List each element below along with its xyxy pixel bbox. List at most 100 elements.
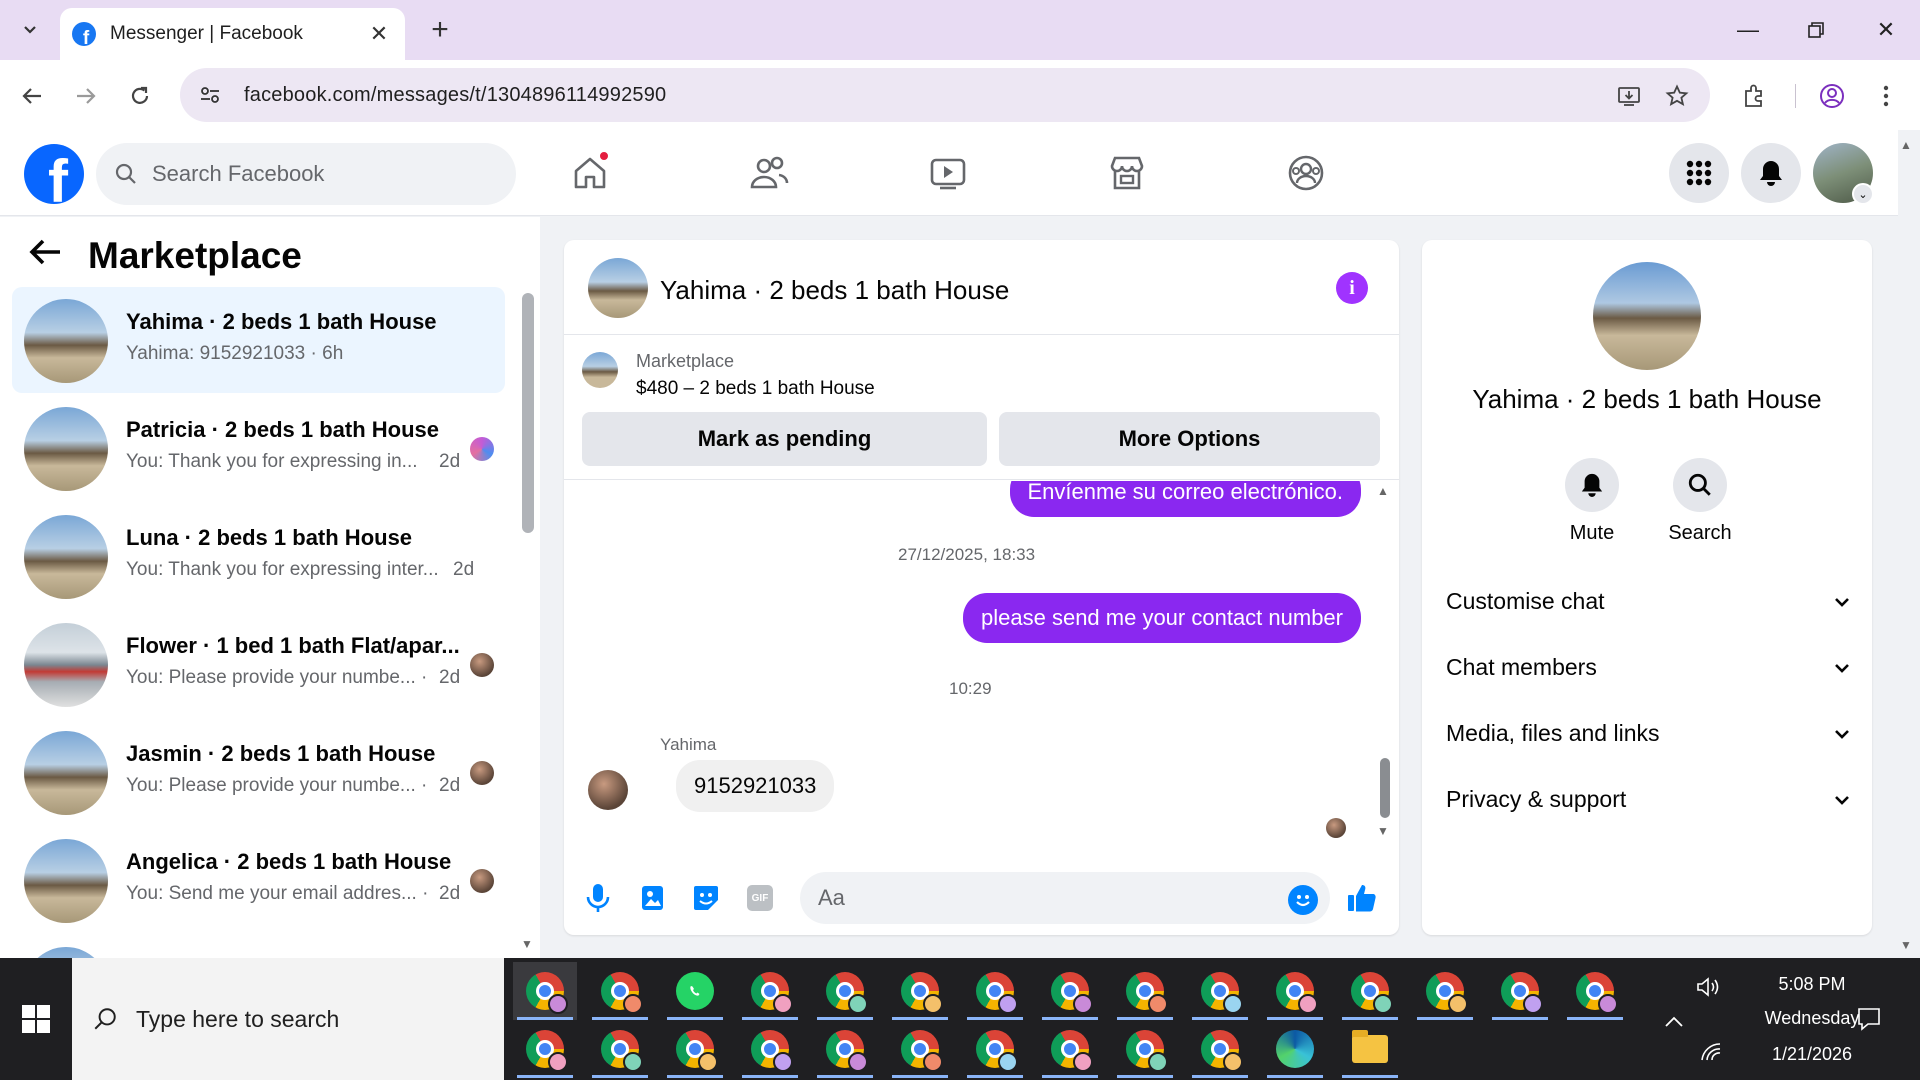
- chat-scroll-down-icon[interactable]: ▼: [1377, 824, 1389, 838]
- emoji-icon[interactable]: [1288, 885, 1318, 915]
- clock-date[interactable]: 1/21/2026: [1752, 1044, 1872, 1065]
- photo-icon[interactable]: [636, 882, 668, 914]
- listing-price[interactable]: $480 – 2 beds 1 bath House: [636, 378, 875, 400]
- chrome-taskbar-button[interactable]: [588, 1020, 652, 1078]
- list-scrollbar[interactable]: [522, 293, 534, 533]
- privacy-support-section[interactable]: Privacy & support: [1446, 772, 1850, 826]
- show-hidden-icons-chevron-icon[interactable]: [1664, 1012, 1684, 1033]
- page-scroll-down-icon[interactable]: ▼: [1900, 938, 1912, 952]
- groups-nav[interactable]: [1276, 148, 1336, 198]
- gif-icon[interactable]: GIF: [744, 882, 776, 914]
- whatsapp-taskbar-button[interactable]: [663, 962, 727, 1020]
- chrome-taskbar-button[interactable]: [813, 1020, 877, 1078]
- marketplace-nav[interactable]: [1097, 148, 1157, 198]
- wifi-icon[interactable]: [1700, 1042, 1722, 1067]
- message-input[interactable]: [818, 885, 1258, 911]
- browser-menu-icon[interactable]: [1870, 80, 1902, 112]
- conversation-item[interactable]: Angelica · 2 beds 1 bath House You: Send …: [12, 827, 505, 933]
- extensions-icon[interactable]: [1738, 80, 1770, 112]
- sticker-icon[interactable]: [690, 882, 722, 914]
- facebook-logo[interactable]: f: [24, 144, 84, 204]
- video-nav[interactable]: [918, 148, 978, 198]
- chat-scrollbar[interactable]: [1380, 758, 1390, 818]
- clock-time[interactable]: 5:08 PM: [1752, 974, 1872, 995]
- browser-tab[interactable]: f Messenger | Facebook ✕: [60, 8, 405, 60]
- conversation-item[interactable]: Jasmin · 2 beds 1 bath House You: Please …: [12, 719, 505, 825]
- home-nav[interactable]: [560, 148, 620, 198]
- chrome-taskbar-button[interactable]: [888, 962, 952, 1020]
- chrome-taskbar-button[interactable]: [1113, 1020, 1177, 1078]
- customise-chat-section[interactable]: Customise chat: [1446, 574, 1850, 628]
- url-text[interactable]: facebook.com/messages/t/1304896114992590: [244, 84, 666, 107]
- conversation-item[interactable]: Yahima · 2 beds 1 bath House Yahima: 9152…: [12, 287, 505, 393]
- chrome-taskbar-button[interactable]: [588, 962, 652, 1020]
- volume-icon[interactable]: [1696, 976, 1722, 1003]
- chrome-taskbar-button[interactable]: [1488, 962, 1552, 1020]
- chat-scroll-up-icon[interactable]: ▲: [1377, 484, 1389, 498]
- thumbs-up-icon[interactable]: [1346, 882, 1378, 919]
- info-icon[interactable]: i: [1336, 272, 1368, 304]
- search-in-chat-button[interactable]: Search: [1645, 458, 1755, 545]
- chrome-taskbar-button[interactable]: [1188, 962, 1252, 1020]
- notifications-button[interactable]: [1741, 143, 1801, 203]
- chrome-taskbar-button[interactable]: [888, 1020, 952, 1078]
- restore-button[interactable]: [1792, 10, 1840, 50]
- outgoing-message[interactable]: please send me your contact number: [963, 593, 1361, 643]
- conversation-item[interactable]: Flower · 1 bed 1 bath Flat/apar... You: P…: [12, 611, 505, 717]
- list-scroll-down-icon[interactable]: ▼: [521, 937, 533, 951]
- bookmark-star-icon[interactable]: [1661, 80, 1693, 112]
- chrome-taskbar-button[interactable]: [738, 962, 802, 1020]
- info-avatar[interactable]: [1593, 262, 1701, 370]
- new-tab-button[interactable]: +: [422, 12, 458, 48]
- profile-icon[interactable]: [1816, 80, 1848, 112]
- chrome-taskbar-button[interactable]: [738, 1020, 802, 1078]
- friends-nav[interactable]: [739, 148, 799, 198]
- chrome-taskbar-button[interactable]: [1413, 962, 1477, 1020]
- taskbar-search[interactable]: Type here to search: [72, 958, 504, 1080]
- chat-members-section[interactable]: Chat members: [1446, 640, 1850, 694]
- forward-button[interactable]: [66, 76, 106, 116]
- message-input-box[interactable]: [800, 872, 1330, 924]
- chrome-taskbar-button[interactable]: [1188, 1020, 1252, 1078]
- facebook-search-input[interactable]: [152, 161, 472, 187]
- install-app-icon[interactable]: [1613, 80, 1645, 112]
- chrome-taskbar-button[interactable]: [1338, 962, 1402, 1020]
- edge-taskbar-button[interactable]: [1263, 1020, 1327, 1078]
- back-button[interactable]: [12, 76, 52, 116]
- microphone-icon[interactable]: [582, 882, 614, 914]
- mute-button[interactable]: Mute: [1537, 458, 1647, 545]
- menu-grid-button[interactable]: [1669, 143, 1729, 203]
- site-info-icon[interactable]: [190, 75, 230, 115]
- omnibox[interactable]: facebook.com/messages/t/1304896114992590: [180, 68, 1710, 122]
- page-scroll-up-icon[interactable]: ▲: [1900, 138, 1912, 152]
- chrome-taskbar-button[interactable]: [1263, 962, 1327, 1020]
- chrome-taskbar-button[interactable]: [1563, 962, 1627, 1020]
- tab-close-icon[interactable]: ✕: [365, 20, 393, 48]
- chrome-taskbar-button[interactable]: [963, 962, 1027, 1020]
- outgoing-message[interactable]: Envíenme su correo electrónico.: [1009, 481, 1361, 517]
- minimize-button[interactable]: —: [1724, 10, 1772, 50]
- conversation-item[interactable]: Patricia · 2 beds 1 bath House You: Thank…: [12, 395, 505, 501]
- conversation-item[interactable]: Luna · 2 beds 1 bath House You: Thank you…: [12, 503, 505, 609]
- chat-avatar[interactable]: [588, 258, 648, 318]
- tab-search-chevron-icon[interactable]: [12, 12, 48, 48]
- back-arrow-icon[interactable]: [28, 237, 68, 276]
- media-files-links-section[interactable]: Media, files and links: [1446, 706, 1850, 760]
- chrome-taskbar-button[interactable]: [1113, 962, 1177, 1020]
- more-options-button[interactable]: More Options: [999, 412, 1380, 466]
- chrome-taskbar-button[interactable]: [663, 1020, 727, 1078]
- facebook-search[interactable]: [96, 143, 516, 205]
- start-button[interactable]: [0, 958, 72, 1080]
- conversation-item[interactable]: [12, 935, 505, 958]
- chat-name[interactable]: Yahima · 2 beds 1 bath House: [660, 275, 1009, 306]
- chrome-taskbar-button[interactable]: [1038, 1020, 1102, 1078]
- file-explorer-taskbar-button[interactable]: [1338, 1020, 1402, 1078]
- chrome-taskbar-button[interactable]: [813, 962, 877, 1020]
- close-window-button[interactable]: ✕: [1862, 10, 1910, 50]
- listing-thumbnail[interactable]: [582, 352, 618, 388]
- chrome-taskbar-button[interactable]: [963, 1020, 1027, 1078]
- chrome-taskbar-button[interactable]: [513, 1020, 577, 1078]
- mark-as-pending-button[interactable]: Mark as pending: [582, 412, 987, 466]
- reload-button[interactable]: [120, 76, 160, 116]
- notifications-center-icon[interactable]: [1856, 1006, 1882, 1037]
